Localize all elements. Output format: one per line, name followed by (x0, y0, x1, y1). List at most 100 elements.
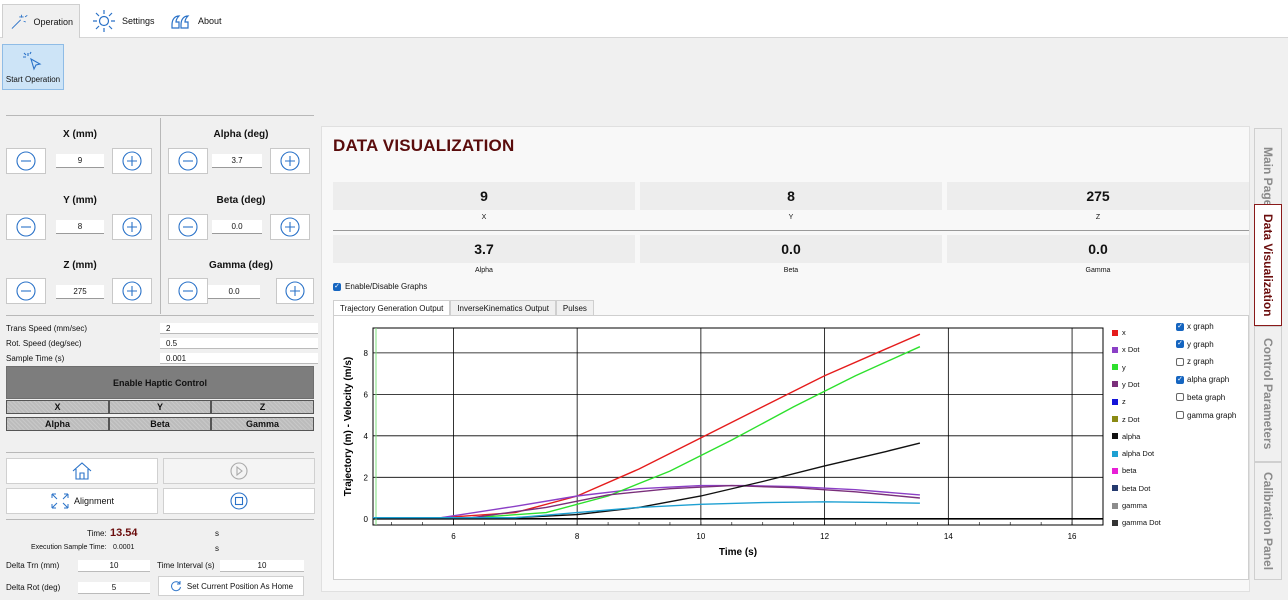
beta-decrement-button[interactable] (168, 214, 208, 240)
gamma-value[interactable]: 0.0 (208, 285, 260, 299)
legend-label: y (1122, 362, 1126, 372)
graph-toggle-y-graph[interactable]: ✓ y graph (1176, 340, 1214, 349)
checkbox-checked-icon: ✓ (1176, 340, 1184, 349)
x-increment-button[interactable] (112, 148, 152, 174)
haptic-x-button[interactable]: X (6, 400, 109, 414)
haptic-z-button[interactable]: Z (211, 400, 314, 414)
divider (6, 519, 314, 520)
divider (160, 118, 161, 314)
graph-toggle-x-graph[interactable]: ✓ x graph (1176, 322, 1214, 331)
alpha-value[interactable]: 3.7 (212, 154, 262, 168)
ribbon-panel: Start Operation (0, 38, 1288, 94)
legend-item: x (1112, 328, 1126, 337)
tab-operation[interactable]: Operation (2, 4, 80, 38)
haptic-y-button[interactable]: Y (109, 400, 211, 414)
legend-swatch (1112, 485, 1118, 492)
time-value: 13.54 (110, 527, 138, 539)
time-interval-input[interactable]: 10 (220, 560, 304, 572)
y-decrement-button[interactable] (6, 214, 46, 240)
time-label: Time: (87, 529, 107, 538)
graph-toggle-label: y graph (1187, 339, 1214, 349)
legend-swatch (1112, 519, 1118, 526)
legend-item: gamma (1112, 501, 1147, 510)
graph-toggle-gamma-graph[interactable]: gamma graph (1176, 411, 1236, 420)
exec-time-value: 0.0001 (113, 544, 135, 551)
alignment-button[interactable]: Alignment (6, 488, 158, 514)
start-operation-label: Start Operation (5, 74, 61, 84)
haptic-alpha-button[interactable]: Alpha (6, 417, 109, 431)
graph-toggle-z-graph[interactable]: z graph (1176, 357, 1214, 366)
divider (333, 230, 1249, 231)
side-tab-label: Data Visualization (1261, 213, 1275, 317)
home-icon (72, 462, 92, 480)
legend-swatch (1112, 416, 1118, 422)
legend-label: y Dot (1122, 379, 1140, 389)
z-increment-button[interactable] (112, 278, 152, 304)
plot-area (372, 327, 1104, 526)
graph-toggle-beta-graph[interactable]: beta graph (1176, 393, 1225, 402)
side-tab-label: Main Page (1261, 147, 1275, 207)
side-tab-data-visualization[interactable]: Data Visualization (1254, 204, 1282, 326)
rot-speed-row: Rot. Speed (deg/sec) 0.5 (6, 338, 318, 350)
z-title: Z (mm) (63, 260, 97, 271)
x-decrement-button[interactable] (6, 148, 46, 174)
graph-toggle-alpha-graph[interactable]: ✓ alpha graph (1176, 375, 1229, 384)
delta-trn-label: Delta Trn (mm) (6, 561, 60, 570)
legend-label: alpha Dot (1122, 449, 1155, 459)
side-tab-calibration-panel[interactable]: Calibration Panel (1254, 462, 1282, 580)
start-operation-button[interactable]: Start Operation (2, 44, 64, 90)
delta-trn-input[interactable]: 10 (78, 560, 150, 572)
haptic-gamma-button[interactable]: Gamma (211, 417, 314, 431)
enable-graphs-checkbox[interactable]: ✓ Enable/Disable Graphs (333, 282, 427, 291)
legend-swatch (1112, 467, 1118, 474)
side-tab-control-parameters[interactable]: Control Parameters (1254, 326, 1282, 462)
set-home-button[interactable]: Set Current Position As Home (158, 576, 304, 596)
tab-settings[interactable]: Settings (84, 4, 161, 38)
legend-label: gamma (1122, 501, 1148, 510)
tab-pulses[interactable]: Pulses (555, 300, 594, 315)
checkbox-checked-icon: ✓ (333, 282, 341, 291)
legend-label: beta (1122, 466, 1137, 476)
alpha-decrement-button[interactable] (168, 148, 208, 174)
gear-icon (93, 10, 115, 32)
side-tab-label: Calibration Panel (1261, 471, 1275, 571)
trans-speed-input[interactable]: 2 (160, 323, 318, 334)
x-value[interactable]: 9 (56, 154, 104, 168)
sample-time-input[interactable]: 0.001 (160, 353, 318, 364)
gamma-decrement-button[interactable] (168, 278, 208, 304)
play-button[interactable] (163, 458, 315, 484)
y-increment-button[interactable] (112, 214, 152, 240)
alpha-increment-button[interactable] (270, 148, 310, 174)
minus-circle-icon (178, 281, 198, 301)
delta-rot-input[interactable]: 5 (78, 582, 150, 594)
legend-label: z (1122, 397, 1126, 407)
haptic-beta-button[interactable]: Beta (109, 417, 211, 431)
y-value[interactable]: 8 (56, 220, 104, 234)
enable-haptic-button[interactable]: Enable Haptic Control (6, 366, 314, 399)
legend-swatch (1112, 381, 1118, 388)
tab-about[interactable]: About (160, 4, 228, 38)
legend-item: z Dot (1112, 415, 1140, 424)
card-alpha-value: 3.7 (333, 235, 635, 263)
rot-speed-input[interactable]: 0.5 (160, 338, 318, 349)
y-axis-label: Trajectory (m) - Velocity (m/s) (343, 357, 354, 497)
legend-swatch (1112, 502, 1118, 509)
home-button[interactable] (6, 458, 158, 484)
legend-item: alpha Dot (1112, 449, 1154, 458)
beta-value[interactable]: 0.0 (212, 220, 262, 234)
checkbox-checked-icon: ✓ (1176, 322, 1184, 331)
beta-increment-button[interactable] (270, 214, 310, 240)
tab-trajectory-output[interactable]: Trajectory Generation Output (333, 300, 451, 315)
legend-swatch (1112, 433, 1118, 440)
sample-time-label: Sample Time (s) (6, 354, 65, 363)
tab-inverse-kinematics-output[interactable]: InverseKinematics Output (450, 300, 556, 315)
legend-swatch (1112, 398, 1118, 405)
z-decrement-button[interactable] (6, 278, 46, 304)
z-value[interactable]: 275 (56, 285, 104, 299)
checkbox-unchecked-icon (1176, 357, 1184, 366)
card-gamma-value: 0.0 (947, 235, 1249, 263)
stop-button[interactable] (163, 488, 315, 514)
tab-about-label: About (198, 16, 222, 26)
gamma-increment-button[interactable] (276, 278, 314, 304)
minus-circle-icon (178, 217, 198, 237)
